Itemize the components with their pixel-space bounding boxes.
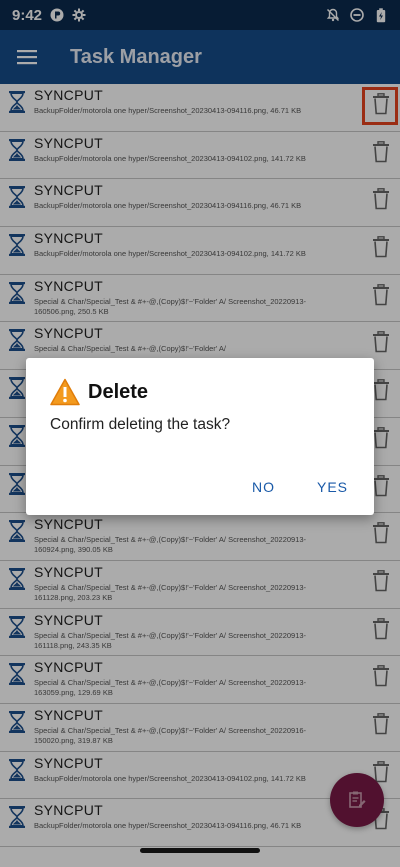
dialog-title-row: Delete: [50, 378, 148, 406]
gesture-nav-bar[interactable]: [140, 848, 260, 853]
dialog-message: Confirm deleting the task?: [50, 416, 231, 433]
warning-icon: [50, 378, 80, 406]
yes-button[interactable]: YES: [317, 479, 348, 495]
dialog-actions: NO YES: [252, 479, 348, 495]
delete-dialog: Delete Confirm deleting the task? NO YES: [26, 358, 374, 515]
dialog-title: Delete: [88, 380, 149, 403]
no-button[interactable]: NO: [252, 479, 275, 495]
